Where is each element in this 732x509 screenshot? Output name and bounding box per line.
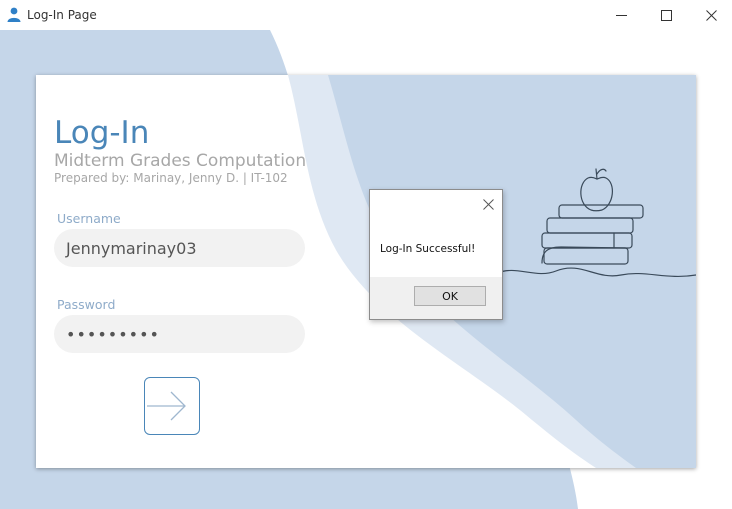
ok-button[interactable]: OK	[414, 286, 486, 306]
password-label: Password	[57, 297, 116, 312]
password-field[interactable]: •••••••••	[54, 315, 305, 353]
minimize-icon	[615, 14, 627, 16]
dialog-message: Log-In Successful!	[380, 243, 476, 255]
title-bar: Log-In Page	[0, 0, 732, 30]
client-area: Log-In Midterm Grades Computation Prepar…	[0, 30, 732, 509]
login-card: Log-In Midterm Grades Computation Prepar…	[36, 75, 696, 468]
close-icon	[705, 9, 717, 21]
page-subtitle: Midterm Grades Computation	[54, 151, 307, 171]
close-icon	[482, 198, 494, 210]
minimize-button[interactable]	[598, 0, 644, 30]
close-button[interactable]	[688, 0, 732, 30]
maximize-button[interactable]	[643, 0, 689, 30]
password-value: •••••••••	[66, 324, 160, 344]
maximize-icon	[660, 9, 672, 21]
page-heading: Log-In	[54, 115, 150, 151]
username-field[interactable]: Jennymarinay03	[54, 229, 305, 267]
message-dialog: Log-In Successful! OK	[369, 189, 503, 320]
dialog-footer: OK	[370, 277, 502, 319]
user-icon	[7, 7, 21, 22]
username-label: Username	[57, 211, 121, 226]
login-arrow-icon	[147, 391, 186, 421]
login-button[interactable]	[144, 377, 200, 435]
username-value: Jennymarinay03	[66, 238, 197, 258]
prepared-by-text: Prepared by: Marinay, Jenny D. | IT-102	[54, 171, 288, 185]
dialog-close-button[interactable]	[478, 194, 498, 214]
window-title: Log-In Page	[27, 8, 97, 22]
